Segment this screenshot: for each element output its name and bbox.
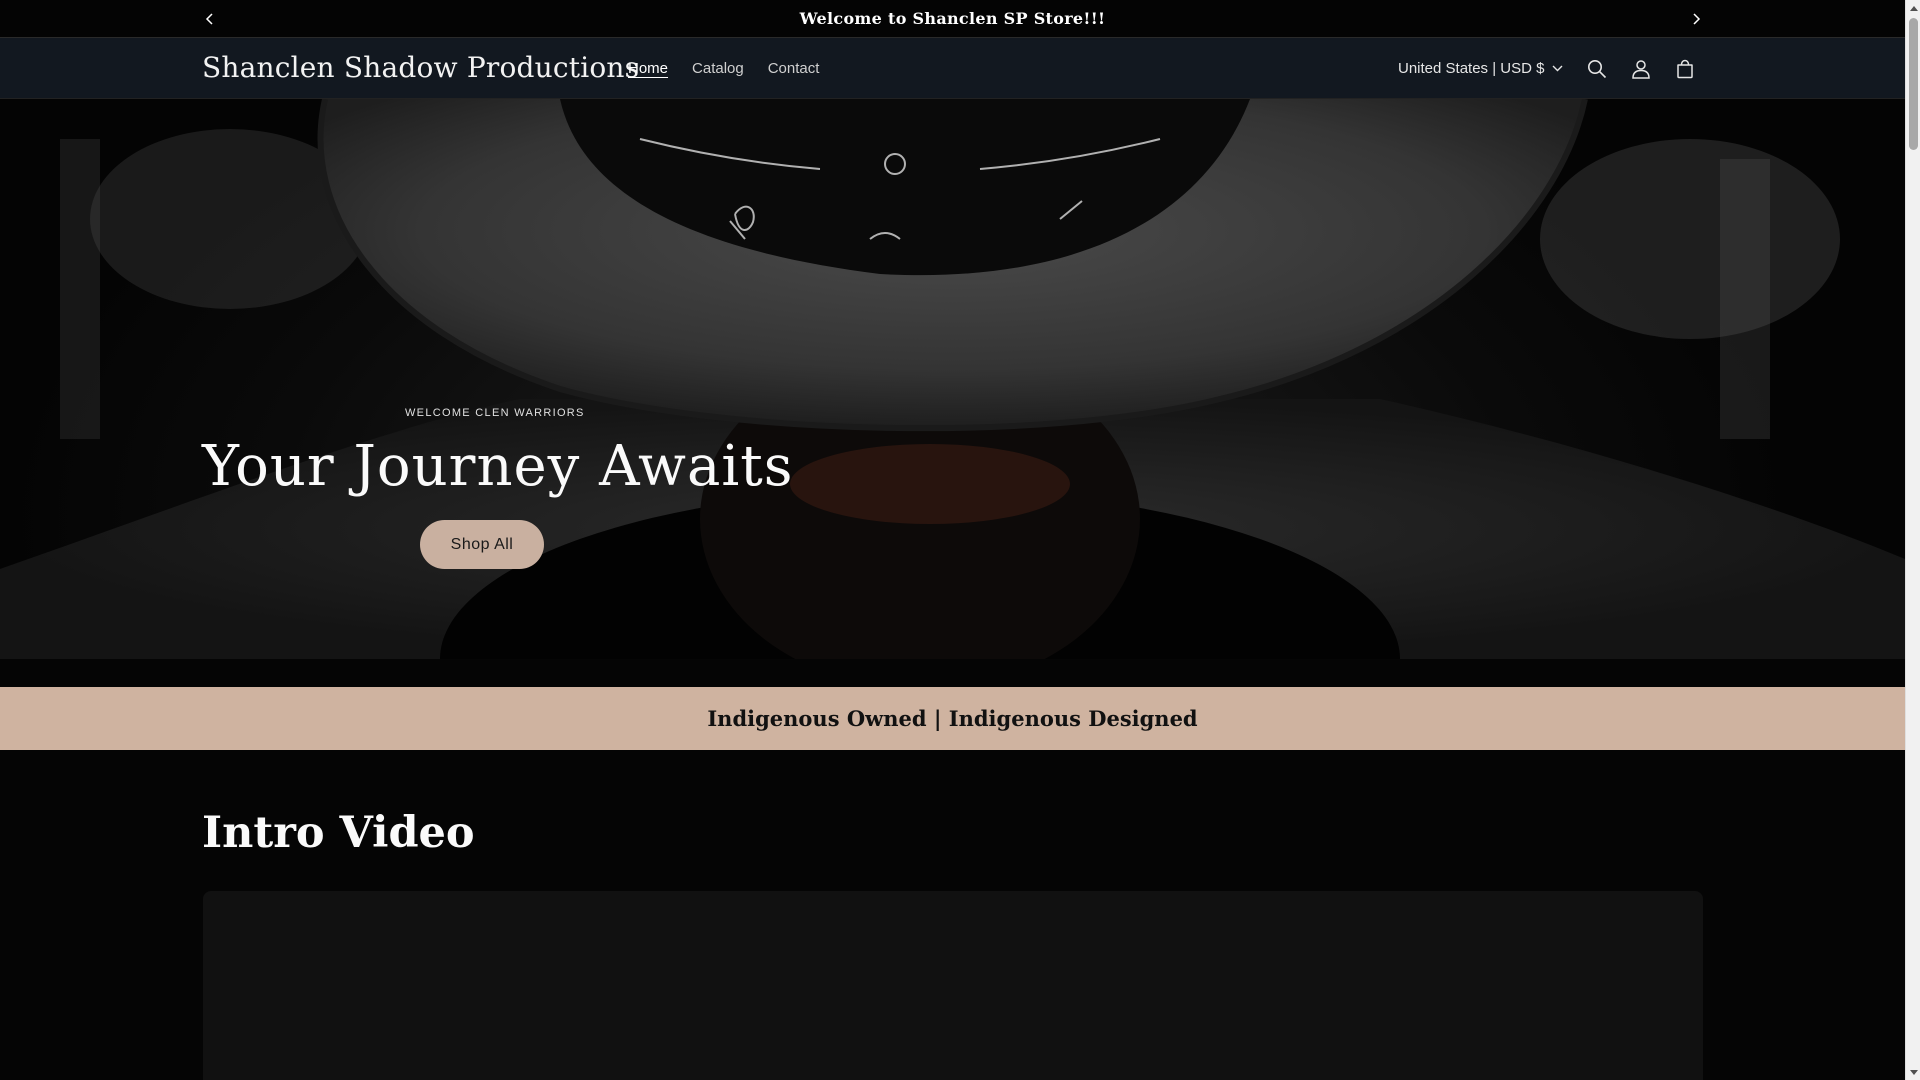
scroll-thumb[interactable] bbox=[1909, 18, 1918, 150]
shop-all-button[interactable]: Shop All bbox=[420, 520, 544, 569]
banner-text: Indigenous Owned | Indigenous Designed bbox=[707, 706, 1198, 731]
country-currency-selector[interactable]: United States | USD $ bbox=[1398, 38, 1563, 99]
cart-button[interactable] bbox=[1670, 54, 1700, 84]
intro-video-player[interactable] bbox=[203, 891, 1703, 1080]
nav-contact-link[interactable]: Contact bbox=[756, 60, 832, 77]
scroll-down-arrow-icon bbox=[1909, 1069, 1918, 1075]
hero-subheading: WELCOME CLEN WARRIORS bbox=[405, 407, 585, 419]
scroll-up-arrow-icon bbox=[1909, 5, 1918, 11]
site-logo[interactable]: Shanclen Shadow Productions bbox=[202, 51, 639, 84]
nav-home-link[interactable]: Home bbox=[616, 60, 680, 77]
country-currency-label: United States | USD $ bbox=[1398, 60, 1545, 77]
user-icon bbox=[1632, 60, 1650, 79]
cart-icon bbox=[1677, 59, 1693, 79]
hero-background-image bbox=[0, 99, 1905, 659]
announcement-next-button[interactable] bbox=[1686, 9, 1706, 29]
hero-banner: WELCOME CLEN WARRIORS Your Journey Await… bbox=[0, 99, 1905, 659]
announcement-text: Welcome to Shanclen SP Store!!! bbox=[799, 9, 1106, 28]
site-header: Shanclen Shadow Productions Home Catalog… bbox=[0, 38, 1905, 99]
page-scrollbar[interactable] bbox=[1905, 0, 1920, 1080]
hero-title: Your Journey Awaits bbox=[202, 434, 794, 499]
account-button[interactable] bbox=[1626, 54, 1656, 84]
nav-catalog-link[interactable]: Catalog bbox=[680, 60, 756, 77]
search-icon bbox=[1588, 60, 1607, 79]
chevron-left-icon bbox=[205, 13, 213, 25]
announcement-prev-button[interactable] bbox=[200, 9, 220, 29]
indigenous-banner: Indigenous Owned | Indigenous Designed bbox=[0, 687, 1905, 750]
main-nav: Home Catalog Contact bbox=[616, 38, 831, 99]
search-button[interactable] bbox=[1582, 54, 1612, 84]
chevron-down-icon bbox=[1552, 65, 1563, 72]
scroll-up-button[interactable] bbox=[1906, 0, 1920, 15]
scroll-down-button[interactable] bbox=[1906, 1065, 1920, 1080]
announcement-bar: Welcome to Shanclen SP Store!!! bbox=[0, 0, 1905, 38]
chevron-right-icon bbox=[1693, 13, 1701, 25]
page: Welcome to Shanclen SP Store!!! Shanclen… bbox=[0, 0, 1905, 1080]
video-section-title: Intro Video bbox=[202, 808, 475, 858]
